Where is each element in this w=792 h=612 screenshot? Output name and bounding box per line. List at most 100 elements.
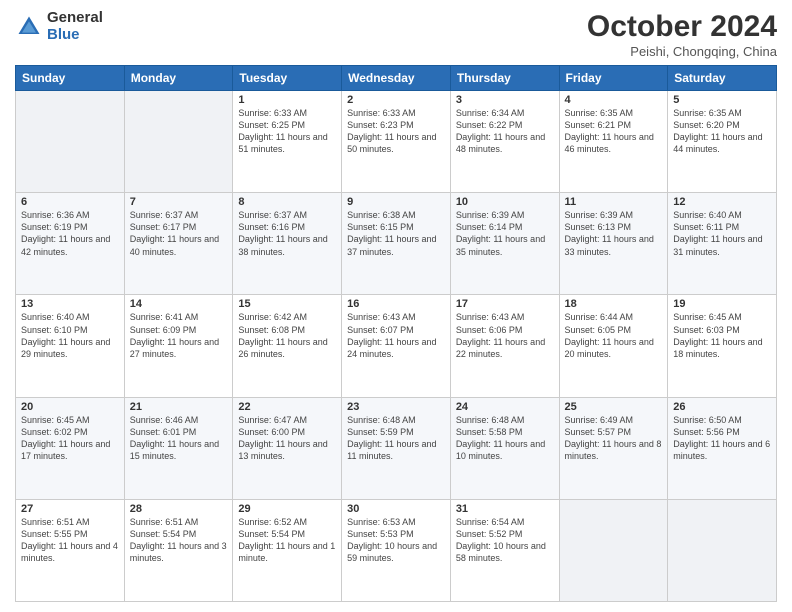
day-cell-19: 19Sunrise: 6:45 AMSunset: 6:03 PMDayligh… (668, 295, 777, 397)
col-header-monday: Monday (124, 66, 233, 91)
day-number: 11 (565, 196, 663, 208)
day-cell-10: 10Sunrise: 6:39 AMSunset: 6:14 PMDayligh… (450, 193, 559, 295)
day-number: 3 (456, 94, 554, 106)
day-cell-28: 28Sunrise: 6:51 AMSunset: 5:54 PMDayligh… (124, 499, 233, 601)
day-cell-24: 24Sunrise: 6:48 AMSunset: 5:58 PMDayligh… (450, 397, 559, 499)
day-cell-20: 20Sunrise: 6:45 AMSunset: 6:02 PMDayligh… (16, 397, 125, 499)
day-number: 13 (21, 298, 119, 310)
month-title: October 2024 (587, 10, 777, 44)
location: Peishi, Chongqing, China (587, 44, 777, 59)
day-cell-empty (124, 91, 233, 193)
day-cell-21: 21Sunrise: 6:46 AMSunset: 6:01 PMDayligh… (124, 397, 233, 499)
day-info: Sunrise: 6:54 AMSunset: 5:52 PMDaylight:… (456, 516, 554, 565)
header: General Blue October 2024 Peishi, Chongq… (15, 10, 777, 59)
day-cell-empty (559, 499, 668, 601)
day-number: 9 (347, 196, 445, 208)
day-cell-12: 12Sunrise: 6:40 AMSunset: 6:11 PMDayligh… (668, 193, 777, 295)
week-row-3: 20Sunrise: 6:45 AMSunset: 6:02 PMDayligh… (16, 397, 777, 499)
day-cell-8: 8Sunrise: 6:37 AMSunset: 6:16 PMDaylight… (233, 193, 342, 295)
day-cell-7: 7Sunrise: 6:37 AMSunset: 6:17 PMDaylight… (124, 193, 233, 295)
calendar-table: SundayMondayTuesdayWednesdayThursdayFrid… (15, 65, 777, 602)
day-info: Sunrise: 6:45 AMSunset: 6:03 PMDaylight:… (673, 311, 771, 360)
day-number: 26 (673, 401, 771, 413)
logo-text: General Blue (47, 10, 103, 43)
day-info: Sunrise: 6:40 AMSunset: 6:11 PMDaylight:… (673, 209, 771, 258)
day-number: 30 (347, 503, 445, 515)
day-number: 6 (21, 196, 119, 208)
day-number: 18 (565, 298, 663, 310)
day-cell-13: 13Sunrise: 6:40 AMSunset: 6:10 PMDayligh… (16, 295, 125, 397)
day-cell-9: 9Sunrise: 6:38 AMSunset: 6:15 PMDaylight… (342, 193, 451, 295)
day-number: 28 (130, 503, 228, 515)
day-number: 4 (565, 94, 663, 106)
day-info: Sunrise: 6:53 AMSunset: 5:53 PMDaylight:… (347, 516, 445, 565)
week-row-2: 13Sunrise: 6:40 AMSunset: 6:10 PMDayligh… (16, 295, 777, 397)
day-info: Sunrise: 6:46 AMSunset: 6:01 PMDaylight:… (130, 414, 228, 463)
day-info: Sunrise: 6:43 AMSunset: 6:06 PMDaylight:… (456, 311, 554, 360)
day-number: 29 (238, 503, 336, 515)
day-cell-17: 17Sunrise: 6:43 AMSunset: 6:06 PMDayligh… (450, 295, 559, 397)
day-cell-22: 22Sunrise: 6:47 AMSunset: 6:00 PMDayligh… (233, 397, 342, 499)
day-cell-26: 26Sunrise: 6:50 AMSunset: 5:56 PMDayligh… (668, 397, 777, 499)
day-info: Sunrise: 6:51 AMSunset: 5:54 PMDaylight:… (130, 516, 228, 565)
day-info: Sunrise: 6:45 AMSunset: 6:02 PMDaylight:… (21, 414, 119, 463)
day-cell-1: 1Sunrise: 6:33 AMSunset: 6:25 PMDaylight… (233, 91, 342, 193)
day-number: 27 (21, 503, 119, 515)
day-info: Sunrise: 6:42 AMSunset: 6:08 PMDaylight:… (238, 311, 336, 360)
day-number: 8 (238, 196, 336, 208)
day-info: Sunrise: 6:41 AMSunset: 6:09 PMDaylight:… (130, 311, 228, 360)
day-number: 1 (238, 94, 336, 106)
day-number: 22 (238, 401, 336, 413)
logo-icon (15, 13, 43, 41)
day-number: 23 (347, 401, 445, 413)
day-info: Sunrise: 6:51 AMSunset: 5:55 PMDaylight:… (21, 516, 119, 565)
title-block: October 2024 Peishi, Chongqing, China (587, 10, 777, 59)
day-number: 25 (565, 401, 663, 413)
day-number: 7 (130, 196, 228, 208)
day-info: Sunrise: 6:39 AMSunset: 6:14 PMDaylight:… (456, 209, 554, 258)
col-header-thursday: Thursday (450, 66, 559, 91)
col-header-saturday: Saturday (668, 66, 777, 91)
day-cell-27: 27Sunrise: 6:51 AMSunset: 5:55 PMDayligh… (16, 499, 125, 601)
logo-general: General (47, 10, 103, 27)
day-cell-3: 3Sunrise: 6:34 AMSunset: 6:22 PMDaylight… (450, 91, 559, 193)
day-cell-11: 11Sunrise: 6:39 AMSunset: 6:13 PMDayligh… (559, 193, 668, 295)
day-number: 17 (456, 298, 554, 310)
day-info: Sunrise: 6:35 AMSunset: 6:21 PMDaylight:… (565, 107, 663, 156)
day-info: Sunrise: 6:48 AMSunset: 5:59 PMDaylight:… (347, 414, 445, 463)
day-info: Sunrise: 6:47 AMSunset: 6:00 PMDaylight:… (238, 414, 336, 463)
day-cell-15: 15Sunrise: 6:42 AMSunset: 6:08 PMDayligh… (233, 295, 342, 397)
day-info: Sunrise: 6:43 AMSunset: 6:07 PMDaylight:… (347, 311, 445, 360)
day-info: Sunrise: 6:38 AMSunset: 6:15 PMDaylight:… (347, 209, 445, 258)
day-number: 14 (130, 298, 228, 310)
day-cell-30: 30Sunrise: 6:53 AMSunset: 5:53 PMDayligh… (342, 499, 451, 601)
calendar-header-row: SundayMondayTuesdayWednesdayThursdayFrid… (16, 66, 777, 91)
day-cell-16: 16Sunrise: 6:43 AMSunset: 6:07 PMDayligh… (342, 295, 451, 397)
day-number: 20 (21, 401, 119, 413)
logo: General Blue (15, 10, 103, 43)
day-info: Sunrise: 6:37 AMSunset: 6:17 PMDaylight:… (130, 209, 228, 258)
day-info: Sunrise: 6:34 AMSunset: 6:22 PMDaylight:… (456, 107, 554, 156)
logo-blue: Blue (47, 27, 103, 44)
day-cell-29: 29Sunrise: 6:52 AMSunset: 5:54 PMDayligh… (233, 499, 342, 601)
day-cell-2: 2Sunrise: 6:33 AMSunset: 6:23 PMDaylight… (342, 91, 451, 193)
day-number: 16 (347, 298, 445, 310)
day-cell-4: 4Sunrise: 6:35 AMSunset: 6:21 PMDaylight… (559, 91, 668, 193)
day-cell-18: 18Sunrise: 6:44 AMSunset: 6:05 PMDayligh… (559, 295, 668, 397)
day-info: Sunrise: 6:48 AMSunset: 5:58 PMDaylight:… (456, 414, 554, 463)
day-info: Sunrise: 6:35 AMSunset: 6:20 PMDaylight:… (673, 107, 771, 156)
day-number: 15 (238, 298, 336, 310)
day-cell-empty (16, 91, 125, 193)
week-row-4: 27Sunrise: 6:51 AMSunset: 5:55 PMDayligh… (16, 499, 777, 601)
day-number: 2 (347, 94, 445, 106)
day-info: Sunrise: 6:44 AMSunset: 6:05 PMDaylight:… (565, 311, 663, 360)
col-header-sunday: Sunday (16, 66, 125, 91)
col-header-tuesday: Tuesday (233, 66, 342, 91)
col-header-wednesday: Wednesday (342, 66, 451, 91)
week-row-1: 6Sunrise: 6:36 AMSunset: 6:19 PMDaylight… (16, 193, 777, 295)
col-header-friday: Friday (559, 66, 668, 91)
day-info: Sunrise: 6:50 AMSunset: 5:56 PMDaylight:… (673, 414, 771, 463)
day-info: Sunrise: 6:49 AMSunset: 5:57 PMDaylight:… (565, 414, 663, 463)
day-cell-14: 14Sunrise: 6:41 AMSunset: 6:09 PMDayligh… (124, 295, 233, 397)
week-row-0: 1Sunrise: 6:33 AMSunset: 6:25 PMDaylight… (16, 91, 777, 193)
